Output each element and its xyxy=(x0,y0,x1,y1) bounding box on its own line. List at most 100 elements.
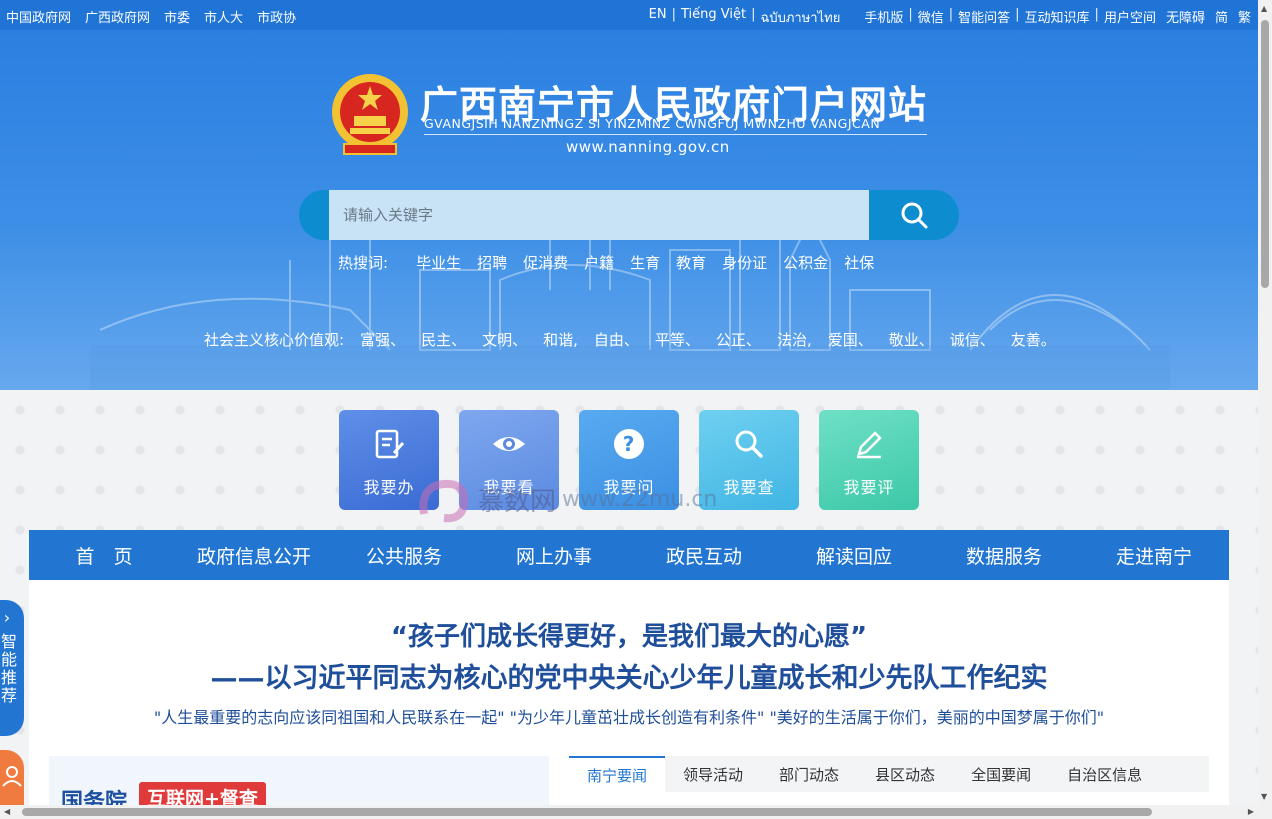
link-wechat[interactable]: 微信 xyxy=(913,7,949,28)
core-value-item: 友善。 xyxy=(1010,331,1056,349)
language-links: EN | Tiếng Việt | ฉบับภาษาไทย xyxy=(644,7,846,28)
vertical-scroll-thumb[interactable] xyxy=(1261,20,1269,288)
top-link-npc[interactable]: 市人大 xyxy=(204,7,243,26)
hot-word[interactable]: 公积金 xyxy=(783,252,828,273)
link-mobile[interactable]: 手机版 xyxy=(859,7,908,28)
top-link-party[interactable]: 市委 xyxy=(164,7,190,26)
scroll-left-arrow-icon[interactable]: ◀ xyxy=(4,807,10,816)
news-tabs: 南宁要闻 领导活动 部门动态 县区动态 全国要闻 自治区信息 xyxy=(569,756,1209,792)
vertical-scrollbar[interactable]: ▲ ▼ xyxy=(1258,0,1272,805)
headline-subtitle[interactable]: ——以习近平同志为核心的党中央关心少年儿童成长和少先队工作纪实 xyxy=(29,656,1229,695)
link-simplified[interactable]: 简 xyxy=(1210,7,1233,28)
core-values: 社会主义核心价值观: 富强、 民主、 文明、 和谐, 自由、 平等、 公正、 法… xyxy=(204,329,1072,350)
core-values-label: 社会主义核心价值观: xyxy=(204,331,345,349)
core-value-item: 文明、 xyxy=(482,331,528,349)
scroll-up-arrow-icon[interactable]: ▲ xyxy=(1261,4,1267,13)
search-button[interactable] xyxy=(869,190,959,240)
search-icon xyxy=(901,202,928,229)
link-knowledge-base[interactable]: 互动知识库 xyxy=(1020,7,1095,28)
watermark: 慕数网 www.22mu.cn xyxy=(416,474,717,524)
top-right-links: EN | Tiếng Việt | ฉบับภาษาไทย 手机版 | 微信 | 智能问… xyxy=(644,7,1256,28)
nav-data-service[interactable]: 数据服务 xyxy=(929,530,1079,580)
hot-word[interactable]: 招聘 xyxy=(477,252,507,273)
user-icon xyxy=(2,766,22,787)
smart-recommend-label: 智能推荐 xyxy=(0,633,17,705)
search-input[interactable] xyxy=(329,190,869,240)
nav-about-nanning[interactable]: 走进南宁 xyxy=(1079,530,1229,580)
link-smart-qa[interactable]: 智能问答 xyxy=(953,7,1015,28)
horizontal-scroll-thumb[interactable] xyxy=(22,808,1152,816)
tile-label: 我要办 xyxy=(363,478,415,497)
site-title-pinyin: GVANGJSIH NANZNINGZ SI YINZMINZ CWNGFUJ … xyxy=(424,116,927,135)
headline-title[interactable]: “孩子们成长得更好，是我们最大的心愿” xyxy=(29,616,1229,653)
hot-search-label: 热搜词: xyxy=(338,254,389,272)
top-bar: 中国政府网 广西政府网 市委 市人大 市政协 EN | Tiếng Việt | ฉ… xyxy=(0,0,1258,30)
separator: | xyxy=(1015,7,1020,22)
hot-word[interactable]: 促消费 xyxy=(523,252,568,273)
nav-interpretation[interactable]: 解读回应 xyxy=(779,530,929,580)
lang-th[interactable]: ฉบับภาษาไทย xyxy=(755,7,845,28)
main-content: “孩子们成长得更好，是我们最大的心愿” ——以习近平同志为核心的党中央关心少年儿… xyxy=(29,580,1229,819)
national-emblem-icon xyxy=(332,74,408,155)
tab-national[interactable]: 全国要闻 xyxy=(953,756,1049,792)
separator: | xyxy=(908,7,913,22)
separator: | xyxy=(751,7,756,22)
site-url: www.nanning.gov.cn xyxy=(566,138,730,156)
nav-gov-info[interactable]: 政府信息公开 xyxy=(179,530,329,580)
tile-label: 我要评 xyxy=(843,478,895,497)
link-accessibility[interactable]: 无障碍 xyxy=(1161,7,1210,28)
separator: | xyxy=(1094,7,1099,22)
watermark-url: www.22mu.cn xyxy=(562,486,718,512)
scroll-right-arrow-icon[interactable]: ▶ xyxy=(1248,807,1254,816)
scroll-down-arrow-icon[interactable]: ▼ xyxy=(1261,792,1267,801)
nav-interaction[interactable]: 政民互动 xyxy=(629,530,779,580)
hot-word[interactable]: 身份证 xyxy=(722,252,767,273)
hot-word[interactable]: 户籍 xyxy=(584,252,614,273)
tab-nanning-news[interactable]: 南宁要闻 xyxy=(569,756,666,792)
core-value-item: 法治, xyxy=(776,331,812,349)
core-value-item: 平等、 xyxy=(654,331,700,349)
headline-subheads[interactable]: "人生最重要的志向应该同祖国和人民联系在一起" "为少年儿童茁壮成长创造有利条件… xyxy=(29,704,1229,728)
core-value-item: 诚信、 xyxy=(949,331,995,349)
nav-home[interactable]: 首 页 xyxy=(29,530,179,580)
top-link-gov-cn[interactable]: 中国政府网 xyxy=(6,7,71,26)
chevron-right-icon: › xyxy=(3,608,11,627)
watermark-logo-icon xyxy=(419,479,469,523)
separator: | xyxy=(671,7,676,22)
top-left-links: 中国政府网 广西政府网 市委 市人大 市政协 xyxy=(6,7,296,26)
lang-en[interactable]: EN xyxy=(644,7,672,28)
main-nav: 首 页 政府信息公开 公共服务 网上办事 政民互动 解读回应 数据服务 走进南宁 xyxy=(29,530,1229,580)
pen-icon xyxy=(851,426,887,462)
lang-vi[interactable]: Tiếng Việt xyxy=(676,7,751,28)
nav-online-service[interactable]: 网上办事 xyxy=(479,530,629,580)
tab-region[interactable]: 自治区信息 xyxy=(1049,756,1160,792)
nav-public-service[interactable]: 公共服务 xyxy=(329,530,479,580)
top-link-gx-gov[interactable]: 广西政府网 xyxy=(85,7,150,26)
values-bar-background xyxy=(90,345,1170,390)
core-value-item: 敬业、 xyxy=(888,331,934,349)
core-value-item: 富强、 xyxy=(360,331,406,349)
hot-word[interactable]: 生育 xyxy=(630,252,660,273)
tab-departments[interactable]: 部门动态 xyxy=(761,756,857,792)
user-service-float[interactable] xyxy=(0,750,24,810)
core-value-item: 自由、 xyxy=(593,331,639,349)
watermark-text: 慕数网 xyxy=(478,486,557,517)
core-value-item: 和谐, xyxy=(543,331,578,349)
hot-word[interactable]: 毕业生 xyxy=(416,252,461,273)
hot-search-words: 热搜词: 毕业生 招聘 促消费 户籍 生育 教育 身份证 公积金 社保 xyxy=(338,252,890,273)
link-user-space[interactable]: 用户空间 xyxy=(1099,7,1161,28)
core-value-item: 公正、 xyxy=(715,331,761,349)
core-value-item: 民主、 xyxy=(421,331,467,349)
smart-recommend-float[interactable]: › 智能推荐 xyxy=(0,600,24,736)
edit-document-icon xyxy=(371,426,407,462)
top-link-cppcc[interactable]: 市政协 xyxy=(257,7,296,26)
hot-word[interactable]: 社保 xyxy=(844,252,874,273)
tab-leaders[interactable]: 领导活动 xyxy=(665,756,761,792)
tile-i-want-to-rate[interactable]: 我要评 xyxy=(819,410,919,510)
horizontal-scrollbar[interactable]: ◀ ▶ xyxy=(0,805,1272,819)
link-traditional[interactable]: 繁 xyxy=(1233,7,1256,28)
hot-word[interactable]: 教育 xyxy=(676,252,706,273)
tab-counties[interactable]: 县区动态 xyxy=(857,756,953,792)
eye-icon xyxy=(491,426,527,462)
separator: | xyxy=(948,7,954,22)
